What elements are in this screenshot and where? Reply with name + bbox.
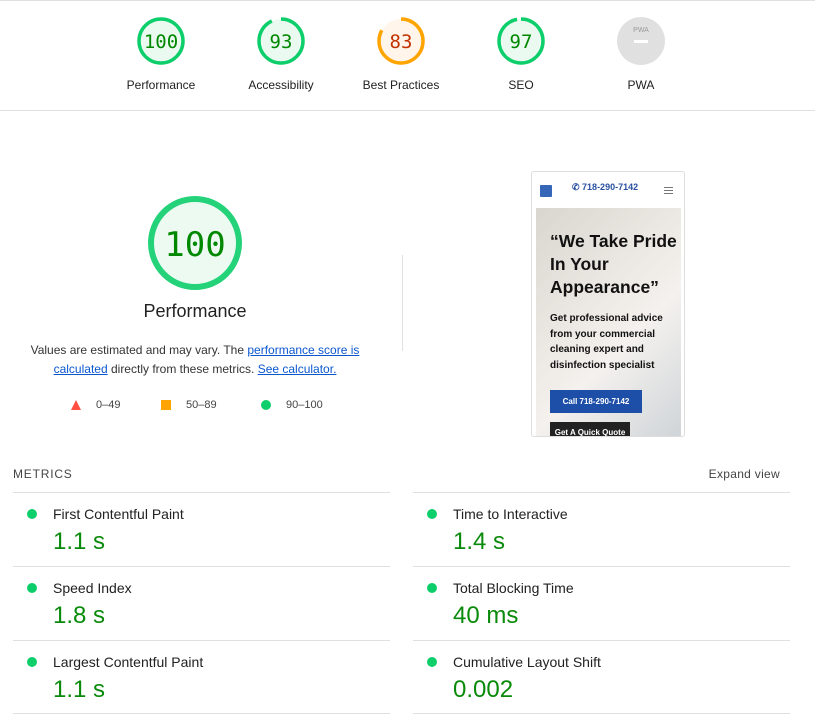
main-score: 100 <box>164 225 225 265</box>
metric-value: 1.1 s <box>53 528 106 555</box>
legend-pass: 90–100 <box>260 399 323 411</box>
gauge-label: SEO <box>508 78 534 92</box>
legend-average: 50–89 <box>160 399 260 411</box>
gauge-performance[interactable]: 100 Performance <box>101 16 221 92</box>
divider <box>402 255 403 351</box>
legend-label: 0–49 <box>96 399 121 411</box>
pass-circle-icon <box>427 509 437 519</box>
gauge-score: 100 <box>144 31 178 53</box>
metric-value: 1.4 s <box>453 528 506 555</box>
pass-circle-icon <box>427 583 437 593</box>
gauge-ring: 100 <box>137 17 185 65</box>
metrics-right: Time to Interactive 1.4 s Total Blocking T… <box>413 492 790 714</box>
performance-gauge-large: 100 Performance <box>95 195 295 322</box>
gauge-label: Performance <box>126 78 196 92</box>
metric-row: Total Blocking Time 40 ms <box>413 566 790 640</box>
metric-label: Total Blocking Time <box>453 580 574 596</box>
metric-row: Speed Index 1.8 s <box>13 566 390 640</box>
metric-row: Largest Contentful Paint 1.1 s <box>13 640 390 714</box>
phone-text: 718-290-7142 <box>582 182 639 192</box>
metric-row: First Contentful Paint 1.1 s <box>13 492 390 566</box>
gauge-ring: 83 <box>377 17 425 65</box>
gauge-label: Best Practices <box>362 78 440 92</box>
metric-label: Speed Index <box>53 580 132 596</box>
metrics-left: First Contentful Paint 1.1 s Speed Index 1.… <box>13 492 390 714</box>
metric-value: 0.002 <box>453 676 514 703</box>
square-icon <box>161 400 171 410</box>
pass-circle-icon <box>27 509 37 519</box>
gauge-best-practices[interactable]: 83 Best Practices <box>341 16 461 92</box>
menu-icon <box>664 187 673 194</box>
hero: “We Take Pride In Your Appearance” Get p… <box>536 208 681 437</box>
gauge-score: 83 <box>390 31 413 53</box>
main-title: Performance <box>143 301 247 321</box>
circle-icon <box>261 400 271 410</box>
metric-value: 1.8 s <box>53 602 106 629</box>
gauge-label: PWA <box>627 78 655 92</box>
legend-fail: 0–49 <box>70 399 160 411</box>
metric-label: Largest Contentful Paint <box>53 654 204 670</box>
gauge-ring: 100 <box>148 196 242 290</box>
desc-text-2: directly from these metrics. <box>107 362 258 376</box>
hero-subtext: Get professional advice from your commer… <box>550 313 663 371</box>
triangle-icon <box>71 400 81 410</box>
metric-value: 1.1 s <box>53 676 106 703</box>
gauge-ring: PWA <box>617 17 665 65</box>
gauge-label: Accessibility <box>248 78 314 92</box>
see-calculator-link[interactable]: See calculator. <box>258 362 337 376</box>
expand-view-button[interactable]: Expand view <box>709 467 780 481</box>
gauge-score: 93 <box>270 31 293 53</box>
metric-value: 40 ms <box>453 602 519 629</box>
pass-circle-icon <box>27 583 37 593</box>
pass-circle-icon <box>27 657 37 667</box>
score-description: Values are estimated and may vary. The p… <box>20 341 370 379</box>
metric-label: Cumulative Layout Shift <box>453 654 601 670</box>
call-button: Call 718-290-7142 <box>550 390 642 413</box>
site-phone: ✆ 718-290-7142 <box>572 182 639 192</box>
gauge-ring: 97 <box>497 17 545 65</box>
legend-label: 50–89 <box>186 399 217 411</box>
desc-text: Values are estimated and may vary. The <box>30 343 248 357</box>
gauge-pwa[interactable]: PWA PWA <box>581 16 701 92</box>
metric-row: Cumulative Layout Shift 0.002 <box>413 640 790 714</box>
metric-label: First Contentful Paint <box>53 506 184 522</box>
page-screenshot[interactable]: ✆ 718-290-7142 “We Take Pride In Your Ap… <box>531 171 685 437</box>
category-gauges: 100 Performance 93 Accessibility 83 Best Prac… <box>0 0 815 111</box>
metrics-heading: METRICS <box>13 467 73 481</box>
cta-label: Call 718-290-7142 <box>562 397 630 406</box>
gauge-accessibility[interactable]: 93 Accessibility <box>221 16 341 92</box>
site-logo <box>540 185 552 197</box>
metric-label: Time to Interactive <box>453 506 568 522</box>
gauge-seo[interactable]: 97 SEO <box>461 16 581 92</box>
legend-label: 90–100 <box>286 399 323 411</box>
quote-button: Get A Quick Quote <box>550 422 630 437</box>
quote-label: Get A Quick Quote <box>554 427 626 437</box>
hero-headline: “We Take Pride In Your Appearance” <box>550 231 677 297</box>
pwa-badge-text: PWA <box>633 27 649 34</box>
gauge-ring: 93 <box>257 17 305 65</box>
score-legend: 0–49 50–89 90–100 <box>70 399 323 411</box>
gauge-score: 97 <box>510 31 533 53</box>
pass-circle-icon <box>427 657 437 667</box>
metric-row: Time to Interactive 1.4 s <box>413 492 790 566</box>
